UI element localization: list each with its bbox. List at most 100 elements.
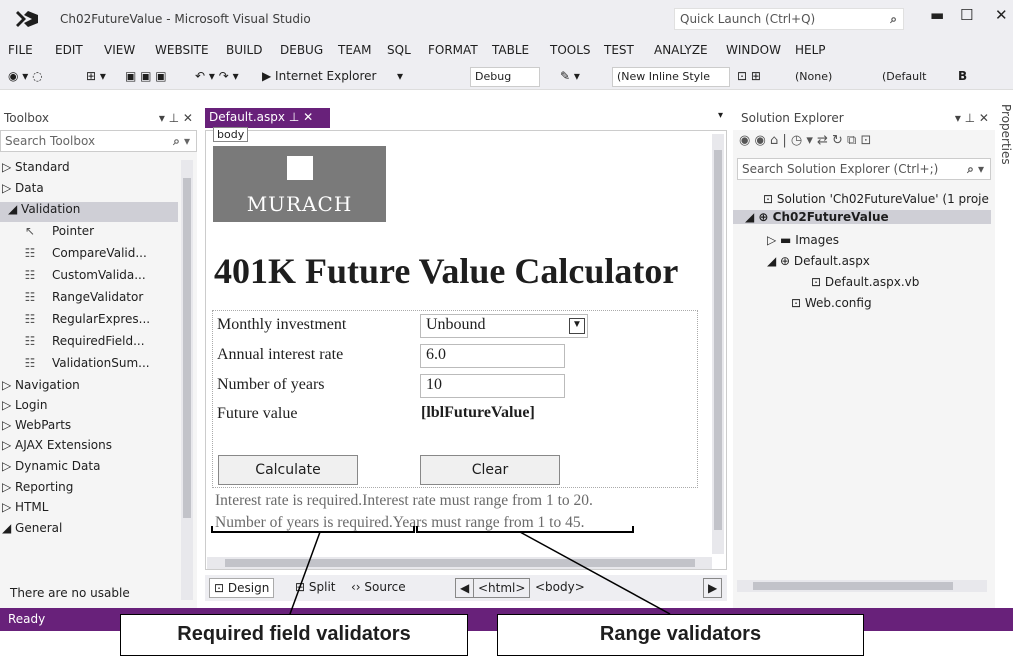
target-dropdown[interactable]: (None) xyxy=(790,67,868,87)
toolbox-item-pointer[interactable]: ↖ Pointer xyxy=(22,224,94,238)
designer-hscrollbar[interactable] xyxy=(207,557,712,569)
toolbox-group-general[interactable]: ◢ General xyxy=(2,521,62,535)
pin-icon[interactable]: ⊥ xyxy=(289,110,299,124)
tab-label: Split xyxy=(308,580,336,594)
toolbox-search-input[interactable]: Search Toolbox ⌕ ▾ xyxy=(0,130,197,152)
years-range-validator[interactable]: Years must range from 1 to 45. xyxy=(393,514,585,531)
menu-format[interactable]: FORMAT xyxy=(428,43,478,57)
toolbox-group-dynamic-data[interactable]: ▷ Dynamic Data xyxy=(2,459,100,473)
tab-design[interactable]: ⊡ Design xyxy=(209,578,275,598)
toolbox-item-required[interactable]: ☷ RequiredField... xyxy=(22,334,145,348)
images-folder[interactable]: ▷ ▬ Images xyxy=(767,233,839,247)
menu-build[interactable]: BUILD xyxy=(226,43,262,57)
tab-source[interactable]: ‹› Source xyxy=(347,578,410,598)
group-label: AJAX Extensions xyxy=(15,438,112,452)
search-icon: ⌕ ▾ xyxy=(173,134,190,148)
solution-node[interactable]: ⊡ Solution 'Ch02FutureValue' (1 proje xyxy=(763,192,989,206)
menu-team[interactable]: TEAM xyxy=(338,43,371,57)
default-aspx-vb-node[interactable]: ⊡ Default.aspx.vb xyxy=(811,275,919,289)
tab-default-aspx[interactable]: Default.aspx ⊥ ✕ xyxy=(205,108,330,128)
toolbox-item-custom[interactable]: ☷ CustomValida... xyxy=(22,268,146,282)
toolbox-item-range[interactable]: ☷ RangeValidator xyxy=(22,290,144,304)
toolbox-group-validation[interactable]: ◢ Validation xyxy=(0,202,178,222)
back-icon[interactable]: ◉ ▾ ◌ xyxy=(8,69,43,83)
chevron-left-icon[interactable]: ◀ xyxy=(455,578,475,598)
scroll-thumb[interactable] xyxy=(225,559,695,567)
properties-side-tab[interactable]: Properties xyxy=(995,104,1013,184)
bold-button[interactable]: B xyxy=(958,69,967,83)
quick-launch-placeholder: Quick Launch (Ctrl+Q) xyxy=(680,12,816,26)
font-dropdown[interactable]: (Default xyxy=(877,67,945,87)
calculate-button[interactable]: Calculate xyxy=(218,455,358,485)
solution-search-input[interactable]: Search Solution Explorer (Ctrl+;) ⌕ ▾ xyxy=(737,158,991,180)
layout-icon[interactable]: ⊡ ⊞ xyxy=(737,69,761,83)
scroll-thumb[interactable] xyxy=(183,178,191,518)
toolbox-search-placeholder: Search Toolbox xyxy=(5,134,96,148)
designer-vscrollbar[interactable] xyxy=(712,134,724,554)
toolbox-item-summary[interactable]: ☷ ValidationSum... xyxy=(22,356,150,370)
quick-launch-input[interactable]: Quick Launch (Ctrl+Q) ⌕ xyxy=(674,8,904,30)
default-aspx-node[interactable]: ◢ ⊕ Default.aspx xyxy=(767,254,870,268)
tab-label: Design xyxy=(227,581,270,595)
menu-view[interactable]: VIEW xyxy=(104,43,135,57)
toolbox-scrollbar[interactable] xyxy=(181,160,193,600)
chevron-down-icon[interactable]: ▾ xyxy=(718,110,723,121)
menu-test[interactable]: TEST xyxy=(604,43,634,57)
run-button[interactable]: ▶ Internet Explorer xyxy=(262,69,376,83)
scroll-thumb[interactable] xyxy=(714,150,722,530)
toolbox-group-navigation[interactable]: ▷ Navigation xyxy=(2,378,80,392)
toolbox-group-ajax[interactable]: ▷ AJAX Extensions xyxy=(2,438,112,452)
solution-hscrollbar[interactable] xyxy=(737,580,987,592)
breadcrumb-html[interactable]: <html> xyxy=(473,578,531,598)
project-node[interactable]: ◢ ⊕ Ch02FutureValue xyxy=(733,210,991,224)
style-dropdown[interactable]: (New Inline Style xyxy=(612,67,730,87)
monthly-investment-dropdown[interactable]: Unbound ▼ xyxy=(420,314,588,338)
menu-website[interactable]: WEBSITE xyxy=(155,43,209,57)
toolbox-group-reporting[interactable]: ▷ Reporting xyxy=(2,480,73,494)
interest-rate-input[interactable]: 6.0 xyxy=(420,344,565,368)
tab-split[interactable]: ⊟ Split xyxy=(291,578,339,598)
save-all-icon[interactable]: ▣ ▣ ▣ xyxy=(125,69,167,83)
menu-help[interactable]: HELP xyxy=(795,43,826,57)
pin-icon[interactable]: ▾ ⊥ ✕ xyxy=(159,111,193,125)
chevron-right-icon[interactable]: ▶ xyxy=(703,578,723,598)
toolbox-group-standard[interactable]: ▷ Standard xyxy=(2,160,70,174)
toolbox-group-data[interactable]: ▷ Data xyxy=(2,181,44,195)
clear-button[interactable]: Clear xyxy=(420,455,560,485)
menu-analyze[interactable]: ANALYZE xyxy=(654,43,708,57)
close-button[interactable]: ✕ xyxy=(995,6,1008,24)
menu-window[interactable]: WINDOW xyxy=(726,43,781,57)
maximize-button[interactable]: ☐ xyxy=(960,6,973,24)
menu-edit[interactable]: EDIT xyxy=(55,43,83,57)
config-dropdown[interactable]: Debug xyxy=(470,67,540,87)
interest-required-validator[interactable]: Interest rate is required.Interest rate … xyxy=(215,492,593,510)
menu-table[interactable]: TABLE xyxy=(492,43,529,57)
toolbox-title: Toolbox xyxy=(4,111,49,125)
scroll-thumb[interactable] xyxy=(753,582,953,590)
style-icon[interactable]: ✎ ▾ xyxy=(560,69,580,83)
undo-icon[interactable]: ↶ ▾ ↷ ▾ xyxy=(195,69,239,83)
pin-icon[interactable]: ▾ ⊥ ✕ xyxy=(955,111,989,125)
toolbox-group-webparts[interactable]: ▷ WebParts xyxy=(2,418,71,432)
web-config-node[interactable]: ⊡ Web.config xyxy=(791,296,872,310)
menu-tools[interactable]: TOOLS xyxy=(550,43,591,57)
chevron-down-icon[interactable]: ▾ xyxy=(397,69,403,83)
pointer-icon: ↖ xyxy=(24,224,36,238)
interest-range-validator[interactable]: Interest rate must range from 1 to 20. xyxy=(362,492,593,509)
toolbox-group-login[interactable]: ▷ Login xyxy=(2,398,47,412)
home-icon[interactable]: ◉ ◉ ⌂ | ◷ ▾ ⇄ ↻ ⧉ ⊡ xyxy=(739,133,871,148)
close-icon[interactable]: ✕ xyxy=(303,110,313,124)
chevron-down-icon[interactable]: ▼ xyxy=(569,318,585,334)
breadcrumb-body[interactable]: <body> xyxy=(531,578,589,598)
menu-sql[interactable]: SQL xyxy=(387,43,411,57)
years-required-validator[interactable]: Number of years is required.Years must r… xyxy=(215,514,585,532)
toolbox-item-regex[interactable]: ☷ RegularExpres... xyxy=(22,312,150,326)
validator-icon: ☷ xyxy=(24,268,36,282)
years-input[interactable]: 10 xyxy=(420,374,565,398)
new-project-icon[interactable]: ⊞ ▾ xyxy=(86,69,106,83)
toolbox-group-html[interactable]: ▷ HTML xyxy=(2,500,48,514)
menu-debug[interactable]: DEBUG xyxy=(280,43,323,57)
menu-file[interactable]: FILE xyxy=(8,43,33,57)
minimize-button[interactable]: ▬ xyxy=(930,6,944,24)
toolbox-item-compare[interactable]: ☷ CompareValid... xyxy=(22,246,147,260)
